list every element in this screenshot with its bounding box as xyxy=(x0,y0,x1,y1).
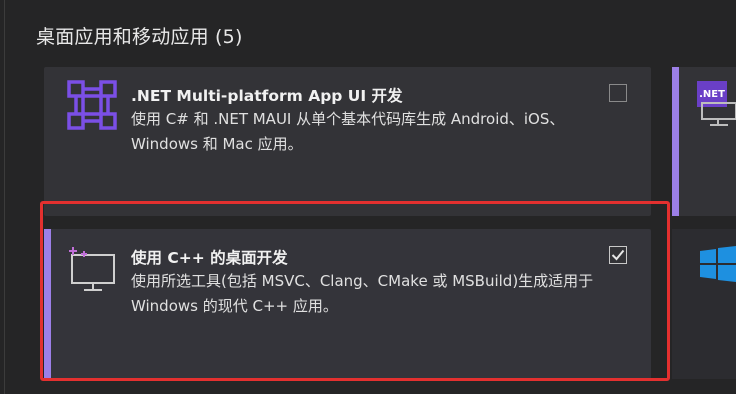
section-title: 桌面应用和移动应用 (5) xyxy=(36,26,243,48)
workload-checkbox[interactable] xyxy=(609,84,627,102)
left-divider xyxy=(4,0,5,394)
workload-title: .NET Multi-platform App UI 开发 xyxy=(131,87,403,105)
workload-description: 使用 C# 和 .NET MAUI 从单个基本代码库生成 Android、iOS… xyxy=(131,110,565,153)
windows-logo-icon xyxy=(700,246,736,282)
workload-card-partial-windows[interactable] xyxy=(672,229,736,379)
workload-card-partial-net[interactable]: .NET xyxy=(672,67,736,216)
workload-card-maui[interactable]: .NET Multi-platform App UI 开发 使用 C# 和 .N… xyxy=(44,67,651,216)
monitor-icon xyxy=(701,102,736,126)
maui-grid-icon xyxy=(66,79,118,131)
red-highlight-box xyxy=(40,201,670,381)
